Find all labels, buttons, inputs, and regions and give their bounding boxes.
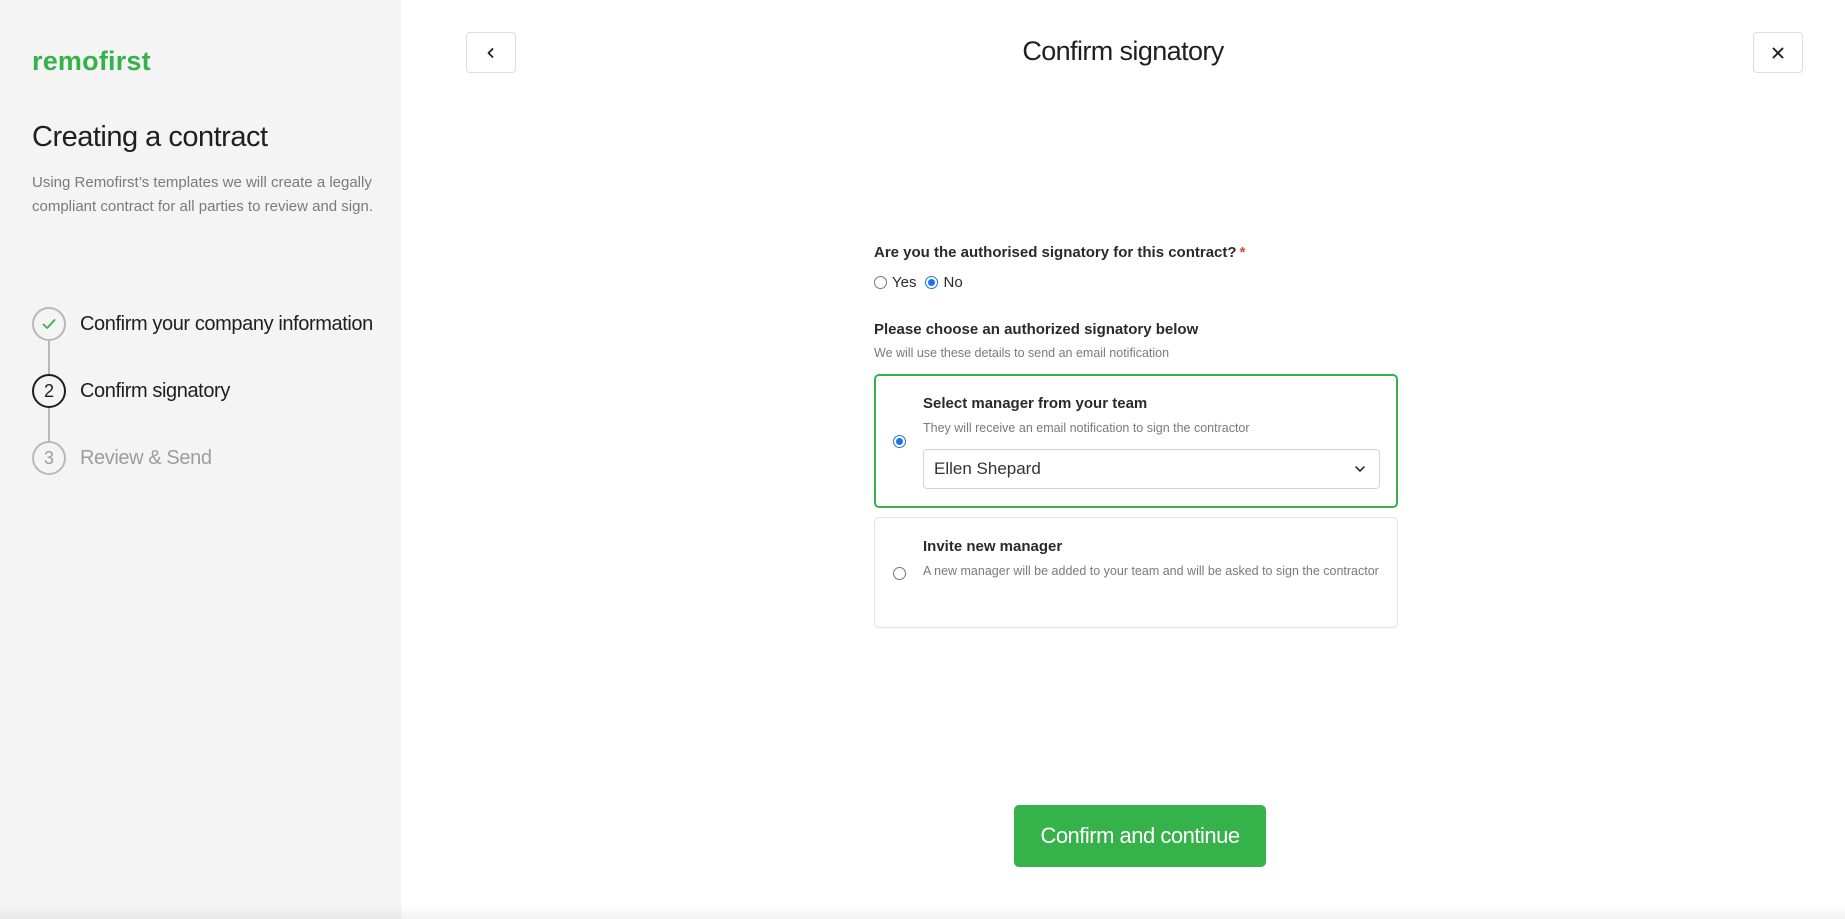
step-1-marker xyxy=(32,307,66,341)
radio-option-yes[interactable]: Yes xyxy=(874,274,916,291)
step-3-label: Review & Send xyxy=(80,446,212,469)
signatory-radio-group: Yes No xyxy=(874,274,1398,291)
close-icon xyxy=(1772,47,1784,58)
card-description: They will receive an email notification … xyxy=(923,421,1250,435)
radio-option-no[interactable]: No xyxy=(925,274,963,291)
app-root: remofirst Creating a contract Using Remo… xyxy=(0,0,1845,919)
step-company-info: Confirm your company information xyxy=(32,307,373,374)
option-card-invite-manager[interactable]: Invite new manager A new manager will be… xyxy=(874,517,1398,628)
radio-no[interactable] xyxy=(925,276,939,289)
radio-select-manager[interactable] xyxy=(893,435,906,448)
manager-select[interactable]: Ellen Shepard xyxy=(923,449,1380,489)
manager-select-value: Ellen Shepard xyxy=(934,459,1041,478)
signatory-question-text: Are you the authorised signatory for thi… xyxy=(874,244,1237,261)
card-title: Select manager from your team xyxy=(923,395,1148,412)
confirm-continue-button[interactable]: Confirm and continue xyxy=(1014,805,1266,867)
signatory-choice-label: Please choose an authorized signatory be… xyxy=(874,321,1199,338)
option-card-select-manager[interactable]: Select manager from your team They will … xyxy=(874,374,1398,508)
step-3-marker: 3 xyxy=(32,441,66,475)
card-title: Invite new manager xyxy=(923,538,1063,555)
signatory-question: Are you the authorised signatory for thi… xyxy=(874,244,1398,261)
sidebar-description: Using Remofirst’s templates we will crea… xyxy=(32,174,373,215)
signatory-form: Are you the authorised signatory for thi… xyxy=(874,244,1398,628)
bottom-shadow xyxy=(0,905,1845,919)
step-2-label: Confirm signatory xyxy=(80,379,230,402)
radio-yes-label: Yes xyxy=(892,274,917,291)
chevron-down-icon xyxy=(1355,466,1365,472)
logo: remofirst xyxy=(32,46,151,76)
step-connector xyxy=(48,341,50,374)
step-connector xyxy=(48,408,50,441)
required-mark: * xyxy=(1239,244,1246,261)
page-title: Confirm signatory xyxy=(1022,36,1224,66)
close-button[interactable] xyxy=(1753,32,1803,73)
step-2-marker: 2 xyxy=(32,374,66,408)
step-signatory: 2 Confirm signatory xyxy=(32,374,373,441)
radio-no-label: No xyxy=(943,274,963,291)
signatory-choice-hint: We will use these details to send an ema… xyxy=(874,346,1170,360)
main-panel: Confirm signatory Are you the authorised… xyxy=(401,0,1845,919)
sidebar: remofirst Creating a contract Using Remo… xyxy=(0,0,401,919)
card-description: A new manager will be added to your team… xyxy=(923,564,1379,578)
stepper: Confirm your company information 2 Confi… xyxy=(32,307,373,508)
sidebar-title: Creating a contract xyxy=(32,121,268,153)
radio-yes[interactable] xyxy=(874,276,887,289)
check-icon xyxy=(42,319,56,329)
radio-invite-manager[interactable] xyxy=(893,566,906,580)
step-review-send: 3 Review & Send xyxy=(32,441,373,475)
step-1-label: Confirm your company information xyxy=(80,312,373,335)
